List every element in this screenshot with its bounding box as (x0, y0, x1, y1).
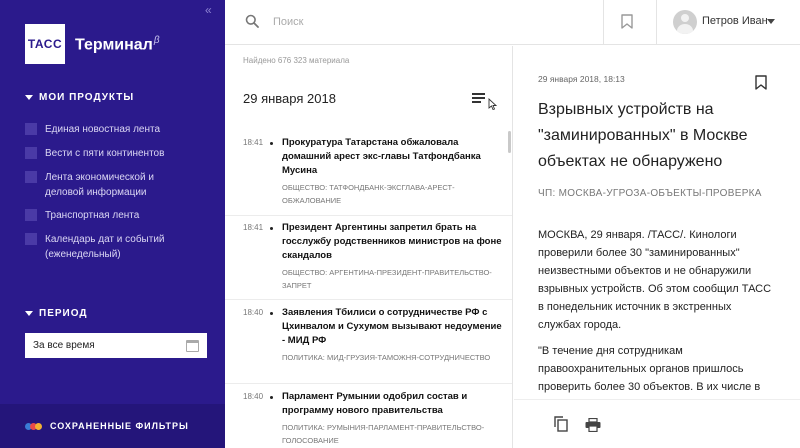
period-section-title: ПЕРИОД (39, 308, 88, 319)
product-checkbox[interactable] (25, 123, 37, 135)
news-time: 18:41 (243, 138, 264, 147)
product-label: Календарь дат и событий (еженедельный) (45, 234, 165, 260)
product-checkbox[interactable] (25, 209, 37, 221)
product-item[interactable]: Лента экономической и деловой информации (25, 170, 165, 200)
news-title[interactable]: Прокуратура Татарстана обжаловала домашн… (282, 136, 502, 178)
chevron-down-icon[interactable] (767, 19, 775, 24)
divider (225, 383, 512, 384)
triangle-down-icon (25, 311, 33, 316)
product-item[interactable]: Вести с пяти континентов (25, 146, 215, 161)
article-rubric: ЧП: МОСКВА-УГРОЗА-ОБЪЕКТЫ-ПРОВЕРКА (538, 188, 762, 199)
product-label: Транспортная лента (45, 210, 140, 221)
product-item[interactable]: Транспортная лента (25, 208, 215, 223)
news-list: Найдено 676 323 материала 29 января 2018… (225, 46, 513, 448)
products-section-title: МОИ ПРОДУКТЫ (39, 92, 135, 103)
sidebar: « ТАСС Терминалβ МОИ ПРОДУКТЫ Единая нов… (0, 0, 225, 448)
saved-filters-label: СОХРАНЕННЫЕ ФИЛЬТРЫ (50, 421, 189, 431)
bookmark-icon[interactable] (621, 14, 633, 29)
period-value: За все время (33, 340, 95, 351)
product-item[interactable]: Календарь дат и событий (еженедельный) (25, 232, 185, 262)
news-tags: ПОЛИТИКА: МИД-ГРУЗИЯ-ТАМОЖНЯ-СОТРУДНИЧЕС… (282, 353, 491, 362)
brand-name: Терминал (75, 36, 153, 54)
list-date-heading: 29 января 2018 (243, 91, 336, 106)
triangle-down-icon (25, 95, 33, 100)
article-title: Взрывных устройств на "заминированных" в… (538, 101, 748, 170)
divider (225, 299, 512, 300)
news-title[interactable]: Заявления Тбилиси о сотрудничестве РФ с … (282, 306, 502, 348)
product-label: Лента экономической и деловой информации (45, 172, 154, 198)
bullet (270, 227, 273, 230)
user-name[interactable]: Петров Иван (702, 15, 768, 27)
divider (656, 0, 657, 45)
copy-icon[interactable] (554, 416, 568, 432)
beta-mark: β (153, 35, 160, 46)
product-label: Единая новостная лента (45, 124, 161, 135)
news-tags: ОБЩЕСТВО: АРГЕНТИНА-ПРЕЗИДЕНТ-ПРАВИТЕЛЬС… (282, 268, 492, 290)
print-icon[interactable] (585, 418, 601, 432)
product-label: Вести с пяти континентов (45, 148, 165, 159)
list-scrollbar[interactable] (508, 131, 511, 153)
article-datetime: 29 января 2018, 18:13 (538, 74, 625, 84)
search-input[interactable] (273, 12, 593, 32)
period-select[interactable]: За все время (25, 333, 207, 358)
news-title[interactable]: Парламент Румынии одобрил состав и прогр… (282, 390, 502, 418)
products-section-toggle[interactable]: МОИ ПРОДУКТЫ (25, 92, 134, 103)
news-time: 18:41 (243, 223, 264, 232)
product-item[interactable]: Единая новостная лента (25, 122, 215, 137)
calendar-icon[interactable] (186, 339, 199, 352)
period-section-toggle[interactable]: ПЕРИОД (25, 308, 88, 319)
product-checkbox[interactable] (25, 233, 37, 245)
user-avatar[interactable] (673, 10, 697, 34)
filters-dots-icon (25, 422, 42, 430)
article-actions (514, 399, 800, 448)
saved-filters-button[interactable]: СОХРАНЕННЫЕ ФИЛЬТРЫ (0, 404, 225, 448)
product-checkbox[interactable] (25, 171, 37, 183)
news-tags: ОБЩЕСТВО: ТАТФОНДБАНК-ЭКСГЛАВА-АРЕСТ-ОБЖ… (282, 183, 455, 205)
article-view: 29 января 2018, 18:13 Взрывных устройств… (514, 46, 800, 448)
top-bar: Петров Иван (225, 0, 800, 45)
divider (603, 0, 604, 45)
article-paragraph: МОСКВА, 29 января. /ТАСС/. Кинологи пров… (538, 229, 772, 331)
list-view-icon[interactable] (472, 92, 498, 110)
tass-logo: ТАСС (25, 24, 65, 64)
collapse-sidebar-icon[interactable]: « (205, 3, 212, 17)
search-icon[interactable] (245, 14, 259, 28)
news-tags: ПОЛИТИКА: РУМЫНИЯ-ПАРЛАМЕНТ-ПРАВИТЕЛЬСТВ… (282, 423, 485, 445)
app-brand: Терминалβ (75, 35, 160, 54)
bullet (270, 142, 273, 145)
bullet (270, 396, 273, 399)
product-checkbox[interactable] (25, 147, 37, 159)
news-title[interactable]: Президент Аргентины запретил брать на го… (282, 221, 502, 263)
bookmark-icon[interactable] (755, 75, 767, 90)
results-count: Найдено 676 323 материала (243, 56, 350, 65)
divider (225, 215, 512, 216)
bullet (270, 312, 273, 315)
news-time: 18:40 (243, 392, 264, 401)
news-time: 18:40 (243, 308, 264, 317)
